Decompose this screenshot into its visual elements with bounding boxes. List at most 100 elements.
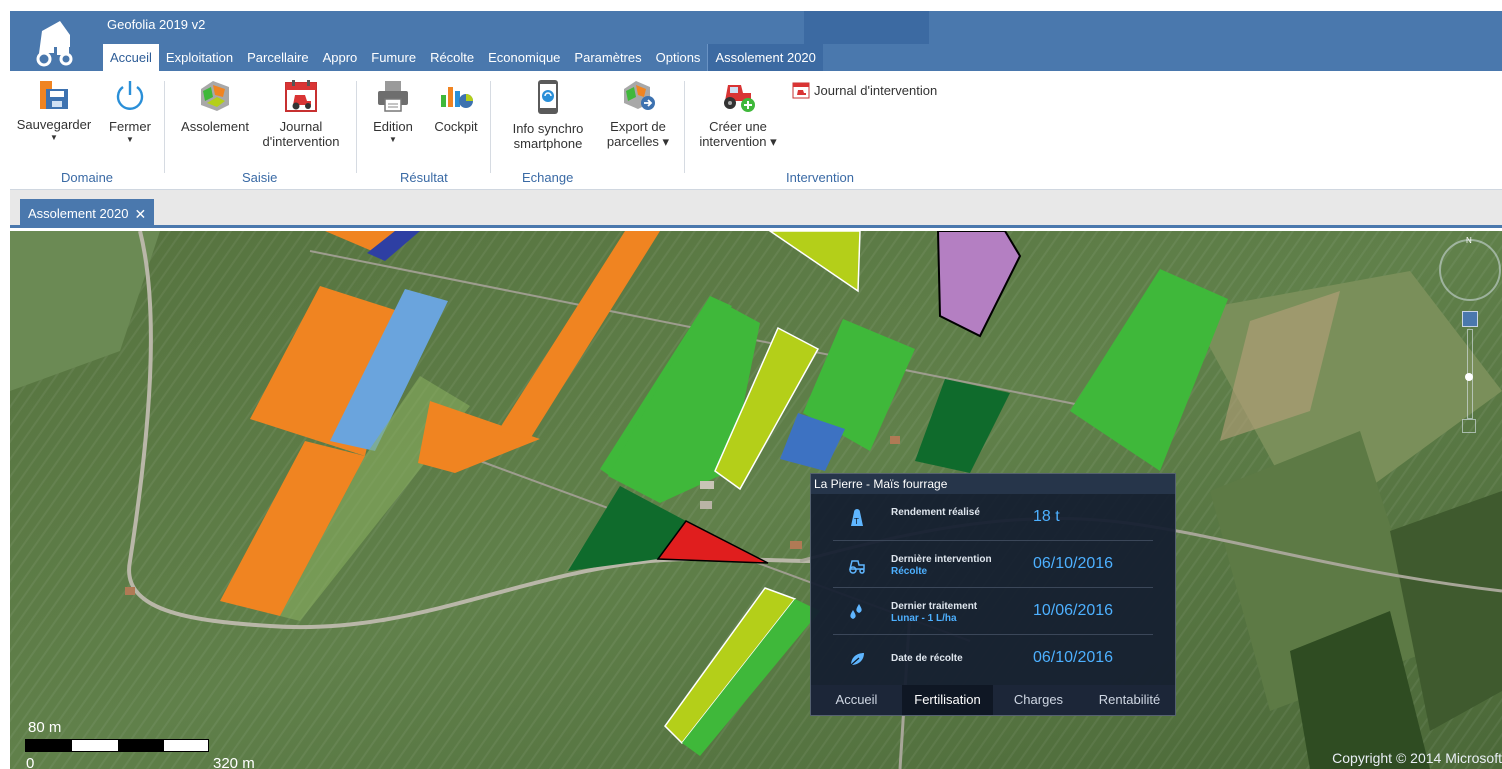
tab-economique[interactable]: Economique [481, 44, 567, 71]
popup-row-label-text: Dernière intervention [891, 554, 992, 565]
popup-title: La Pierre - Maïs fourrage [811, 474, 1175, 494]
tab-assolement-2020[interactable]: Assolement 2020 [707, 44, 823, 71]
popup-row-value: 10/06/2016 [1033, 602, 1114, 619]
cockpit-button[interactable]: Cockpit [428, 79, 484, 134]
edition-button[interactable]: Edition ▼ [364, 79, 422, 144]
creer-line2: intervention ▾ [699, 134, 777, 149]
tab-fumure[interactable]: Fumure [364, 44, 423, 71]
info-synchro-button[interactable]: Info synchro smartphone [498, 79, 598, 151]
tab-accueil[interactable]: Accueil [103, 44, 159, 71]
popup-row-label: Dernier traitement Lunar - 1 L/ha [891, 601, 977, 625]
tab-exploitation[interactable]: Exploitation [159, 44, 240, 71]
tractor-icon [849, 560, 865, 574]
assolement-button[interactable]: Assolement [174, 79, 256, 134]
leaf-icon [850, 653, 864, 666]
printer-icon [378, 81, 408, 112]
edition-label: Edition [373, 119, 413, 134]
fermer-label: Fermer [109, 119, 151, 134]
creer-intervention-button[interactable]: Créer une intervention ▾ [692, 79, 784, 149]
document-tab-label: Assolement 2020 [28, 205, 129, 221]
chevron-down-icon: ▼ [389, 135, 397, 144]
drops-icon [850, 604, 862, 619]
power-icon [116, 81, 144, 110]
ribbon-separator [356, 81, 357, 173]
scale-segment [118, 740, 164, 751]
popup-tab-accueil[interactable]: Accueil [811, 685, 902, 715]
fermer-button[interactable]: Fermer ▼ [102, 79, 158, 144]
chevron-down-icon: ▼ [126, 135, 134, 144]
tab-recolte[interactable]: Récolte [423, 44, 481, 71]
building [125, 587, 135, 595]
group-label-resultat: Résultat [400, 170, 448, 185]
ribbon: Sauvegarder ▼ Fermer ▼ Domaine Assolemen… [10, 71, 1502, 190]
scale-bar [25, 739, 209, 752]
scale-segment [26, 740, 72, 751]
journal-small-label: Journal d'intervention [814, 82, 938, 98]
popup-tab-charges[interactable]: Charges [993, 685, 1084, 715]
document-tab-bar: Assolement 2020 ✕ [10, 190, 1502, 228]
parcels-map-icon [201, 81, 229, 111]
document-tab-assolement[interactable]: Assolement 2020 ✕ [20, 199, 155, 228]
ribbon-separator [490, 81, 491, 173]
scale-label-top: 80 m [28, 719, 62, 736]
popup-row-value: 18 t [1033, 508, 1060, 525]
zoom-slider-handle[interactable] [1465, 373, 1473, 381]
map-view[interactable]: N La Pierre - Maïs fourrage T Rendement … [10, 231, 1502, 769]
export-line2: parcelles ▾ [606, 134, 670, 149]
popup-row-value: 06/10/2016 [1033, 555, 1114, 572]
building [790, 541, 802, 549]
popup-tab-fertilisation[interactable]: Fertilisation [902, 685, 993, 715]
group-label-domaine: Domaine [61, 170, 114, 185]
info-synchro-line1: Info synchro [512, 121, 584, 136]
export-parcels-icon [624, 81, 655, 110]
popup-row-value: 06/10/2016 [1033, 649, 1114, 666]
weight-icon: T [851, 509, 863, 526]
scale-label-zero: 0 [26, 755, 35, 769]
popup-row-label: Rendement réalisé [891, 507, 980, 518]
popup-row-date-recolte: Date de récolte 06/10/2016 [833, 635, 1153, 682]
parcel-info-popup: La Pierre - Maïs fourrage T Rendement ré… [810, 473, 1176, 716]
save-icon [40, 81, 68, 109]
popup-row-label: Date de récolte [891, 653, 963, 664]
popup-tabs: Accueil Fertilisation Charges Rentabilit… [811, 685, 1175, 715]
tab-parametres[interactable]: Paramètres [567, 44, 648, 71]
app-title: Geofolia 2019 v2 [107, 17, 206, 32]
group-label-echange: Echange [522, 170, 574, 185]
cockpit-chart-icon [441, 87, 473, 108]
popup-row-label: Dernière intervention Récolte [891, 554, 992, 578]
smartphone-sync-icon [538, 80, 558, 114]
building [700, 481, 714, 489]
journal-label-line1: Journal [279, 119, 323, 134]
ribbon-separator [164, 81, 165, 173]
calendar-tractor-icon [792, 82, 810, 99]
contextual-tab-strip [804, 11, 929, 44]
info-synchro-line2: smartphone [513, 136, 583, 151]
sauvegarder-button[interactable]: Sauvegarder ▼ [14, 79, 94, 142]
building [890, 436, 900, 444]
journal-intervention-small-button[interactable]: Journal d'intervention [792, 81, 937, 99]
close-icon[interactable]: ✕ [134, 201, 146, 227]
calendar-tractor-icon [285, 80, 317, 112]
group-label-saisie: Saisie [242, 170, 278, 185]
zoom-out-button[interactable] [1462, 419, 1476, 433]
assolement-label: Assolement [181, 119, 249, 134]
building [700, 501, 712, 509]
title-bar: Geofolia 2019 v2 Accueil Exploitation Pa… [10, 11, 1502, 71]
group-label-intervention: Intervention [786, 170, 854, 185]
ribbon-tabs: Accueil Exploitation Parcellaire Appro F… [103, 44, 823, 71]
tab-appro[interactable]: Appro [316, 44, 365, 71]
app-window: Geofolia 2019 v2 Accueil Exploitation Pa… [0, 0, 1502, 769]
tab-parcellaire[interactable]: Parcellaire [240, 44, 315, 71]
popup-tab-rentabilite[interactable]: Rentabilité [1084, 685, 1175, 715]
export-line1: Export de [610, 119, 666, 134]
tractor-add-icon [724, 85, 755, 112]
tab-options[interactable]: Options [649, 44, 708, 71]
popup-row-label-text: Dernier traitement [891, 601, 978, 612]
journal-intervention-button[interactable]: Journal d'intervention [256, 79, 346, 149]
chevron-down-icon: ▼ [50, 133, 58, 142]
cockpit-label: Cockpit [434, 119, 478, 134]
ribbon-separator [684, 81, 685, 173]
journal-label-line2: d'intervention [262, 134, 340, 149]
zoom-in-button[interactable] [1462, 311, 1478, 327]
export-parcelles-button[interactable]: Export de parcelles ▾ [598, 79, 678, 149]
